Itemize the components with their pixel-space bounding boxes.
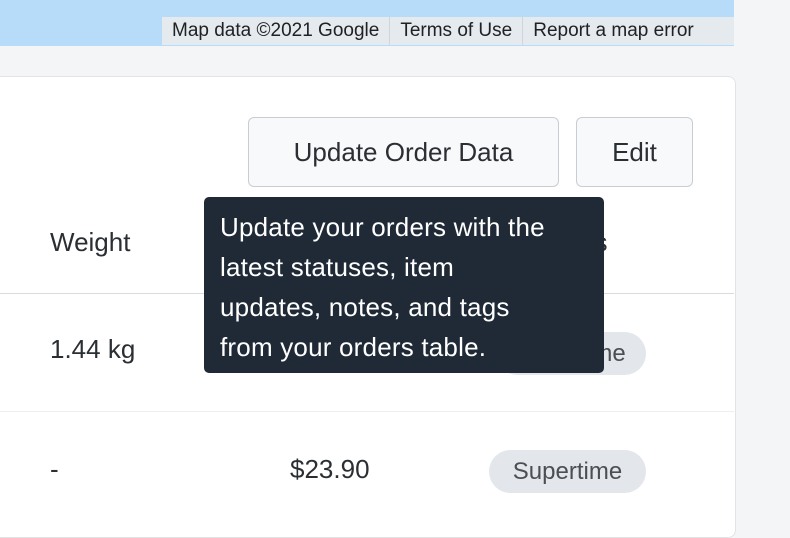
update-order-data-button[interactable]: Update Order Data xyxy=(248,117,559,187)
map-attribution-bar: Map data ©2021 Google Terms of Use Repor… xyxy=(162,17,734,45)
tooltip-line: from your orders table. xyxy=(220,332,487,362)
edit-button[interactable]: Edit xyxy=(576,117,693,187)
map-data-attribution: Map data ©2021 Google xyxy=(172,20,380,41)
tooltip-line: Update your orders with the xyxy=(220,212,545,242)
map-area[interactable]: Map data ©2021 Google Terms of Use Repor… xyxy=(0,0,734,46)
column-header-weight: Weight xyxy=(50,227,131,257)
tooltip-line: updates, notes, and tags xyxy=(220,292,510,322)
terms-of-use-link[interactable]: Terms of Use xyxy=(389,17,522,45)
row-2-tag-badge: Supertime xyxy=(489,450,646,493)
row-2-price: $23.90 xyxy=(290,454,370,484)
update-order-data-tooltip: Update your orders with the latest statu… xyxy=(204,197,604,373)
report-map-error-link[interactable]: Report a map error xyxy=(522,17,704,45)
row-2-weight: - xyxy=(50,454,59,484)
tooltip-line: latest statuses, item xyxy=(220,252,454,282)
row-1-weight: 1.44 kg xyxy=(50,334,136,364)
row-divider xyxy=(0,411,734,412)
